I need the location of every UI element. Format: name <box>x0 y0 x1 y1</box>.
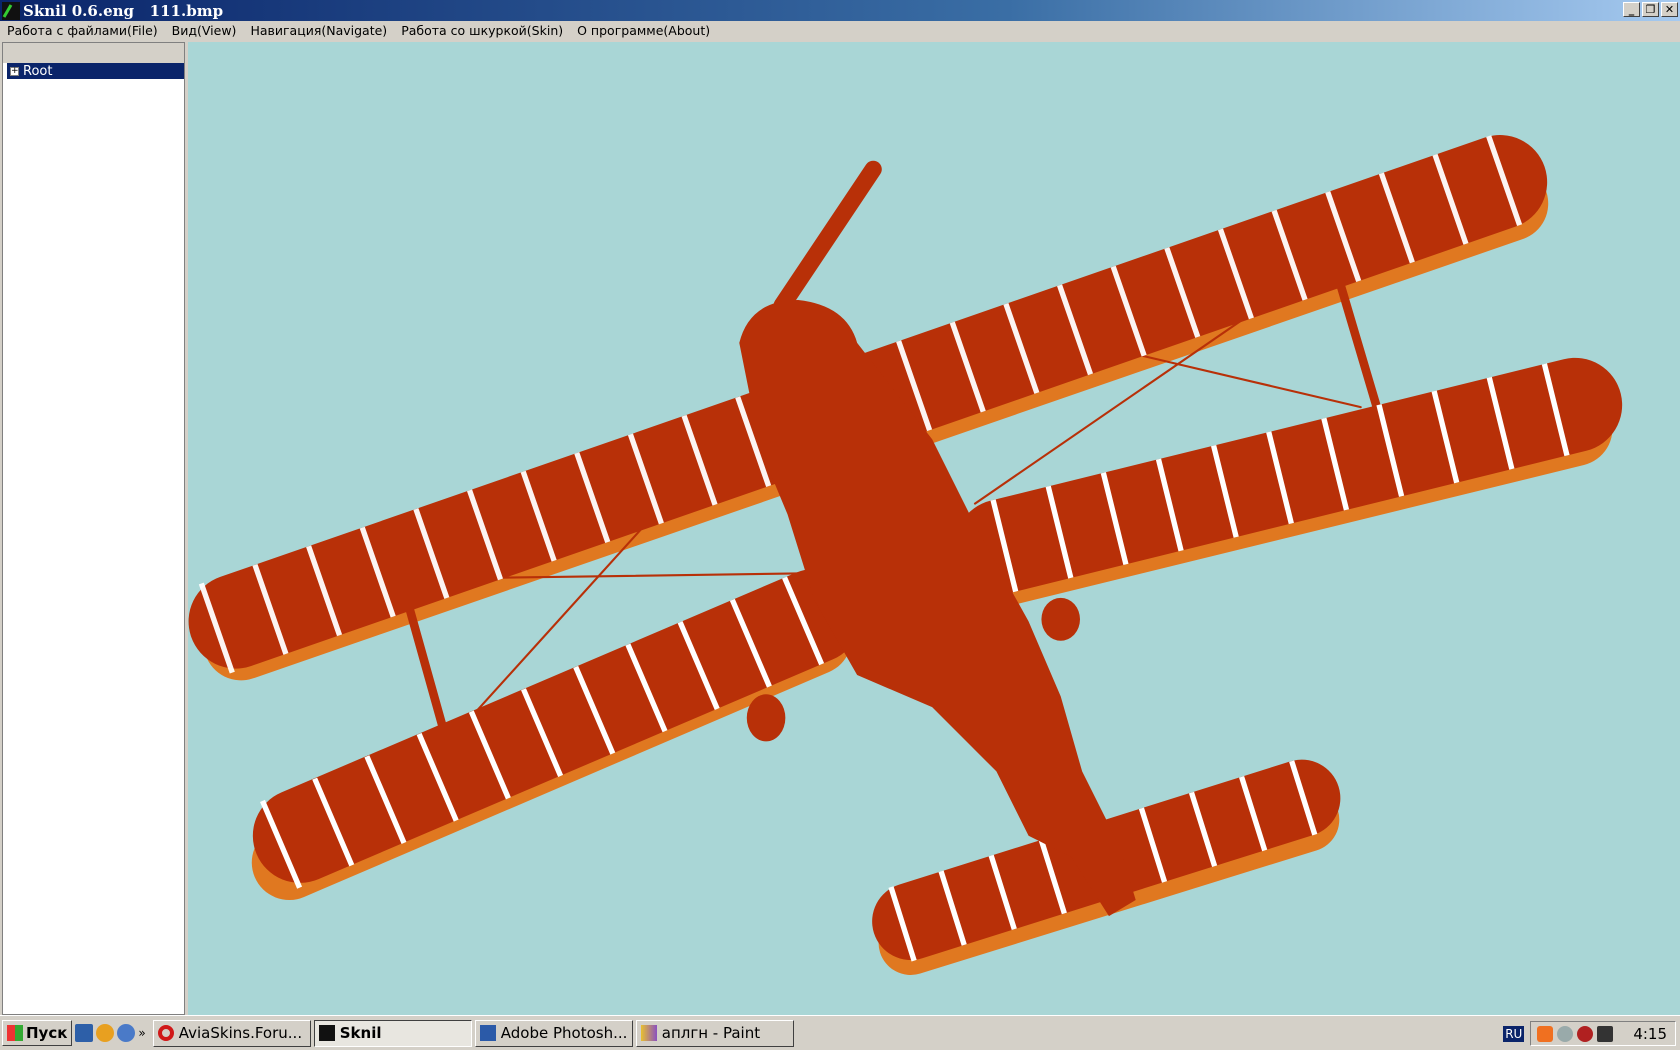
task-paint[interactable]: аплгн - Paint <box>635 1019 794 1047</box>
start-button[interactable]: Пуск <box>2 1020 73 1046</box>
windows-logo-icon <box>7 1025 23 1041</box>
task-label: AviaSkins.Foru... <box>178 1024 303 1042</box>
close-button[interactable]: ✕ <box>1661 2 1678 17</box>
taskbar: Пуск » AviaSkins.Foru... Sknil Adobe Pho… <box>0 1015 1680 1050</box>
flash-icon[interactable] <box>1577 1025 1594 1042</box>
language-indicator[interactable]: RU <box>1503 1025 1525 1042</box>
task-photoshop[interactable]: Adobe Photosh... <box>474 1019 633 1047</box>
tree-header <box>3 43 184 63</box>
task-opera[interactable]: AviaSkins.Foru... <box>152 1019 311 1047</box>
avast-quicklaunch-icon[interactable] <box>96 1024 115 1042</box>
clock[interactable]: 4:15 <box>1633 1025 1667 1043</box>
menu-navigate[interactable]: Навигация(Navigate) <box>243 23 394 38</box>
menu-file[interactable]: Работа с файлами(File) <box>0 23 165 38</box>
sknil-icon <box>318 1025 335 1041</box>
window-title: Sknil 0.6.eng 111.bmp <box>23 1 224 20</box>
media-player-icon[interactable] <box>117 1024 136 1042</box>
title-bar: Sknil 0.6.eng 111.bmp _ ❐ ✕ <box>0 0 1680 21</box>
device-icon[interactable] <box>1597 1025 1614 1042</box>
tree-node-label: Root <box>23 63 53 79</box>
photoshop-icon <box>479 1025 496 1041</box>
show-desktop-icon[interactable] <box>75 1024 94 1042</box>
avast-icon[interactable] <box>1537 1025 1554 1042</box>
start-label: Пуск <box>26 1024 68 1042</box>
opera-icon <box>157 1025 174 1041</box>
task-label: Adobe Photosh... <box>500 1024 628 1042</box>
quicklaunch-chevron[interactable]: » <box>138 1026 145 1040</box>
tree-node-root[interactable]: + Root <box>7 63 184 79</box>
expand-icon[interactable]: + <box>10 66 19 76</box>
tree-panel: + Root <box>2 42 185 1015</box>
minimize-button[interactable]: _ <box>1623 2 1640 17</box>
restore-button[interactable]: ❐ <box>1642 2 1659 17</box>
menu-bar: Работа с файлами(File) Вид(View) Навигац… <box>0 21 1680 40</box>
app-icon <box>2 1 20 20</box>
menu-view[interactable]: Вид(View) <box>165 23 244 38</box>
paint-icon <box>640 1025 657 1041</box>
menu-skin[interactable]: Работа со шкуркой(Skin) <box>394 23 570 38</box>
task-sknil[interactable]: Sknil <box>313 1019 472 1047</box>
system-tray: RU 4:15 <box>1503 1020 1676 1047</box>
3d-viewport[interactable] <box>188 42 1680 1015</box>
menu-about[interactable]: О программе(About) <box>570 23 717 38</box>
webcam-icon[interactable] <box>1557 1025 1574 1042</box>
task-label: аплгн - Paint <box>661 1024 761 1042</box>
task-label: Sknil <box>339 1024 382 1042</box>
